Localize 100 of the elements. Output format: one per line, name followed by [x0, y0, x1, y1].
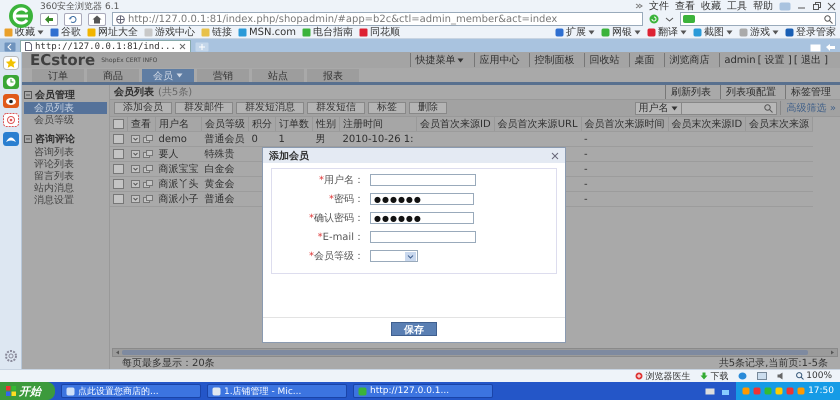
star-icon[interactable] [2, 56, 18, 70]
row-checkbox[interactable] [113, 164, 124, 174]
sidebar-item[interactable]: 站内消息 [24, 182, 107, 194]
dropdown-icon[interactable] [130, 180, 140, 188]
browser-tab[interactable]: http://127.0.0.1:81/ind... [20, 40, 191, 52]
toolbar-tool[interactable]: 登录管家 [785, 25, 836, 39]
bookmark[interactable]: 同花顺 [359, 25, 400, 39]
toolbar-button[interactable]: 标签 [368, 102, 406, 114]
toolbar-tool[interactable]: 游戏 [739, 25, 779, 39]
header-link[interactable]: 回收站 [584, 53, 624, 67]
clock-icon[interactable] [2, 75, 18, 89]
header-link[interactable]: [ 设置 ] [758, 53, 792, 67]
sidebar-toggle-icon[interactable] [4, 42, 16, 52]
bookmark[interactable]: MSN.com [238, 26, 296, 38]
bookmark[interactable]: 电台指南 [302, 25, 353, 39]
nav-tab[interactable]: 报表 [307, 69, 359, 82]
quick-menu[interactable]: 快捷菜单 [410, 53, 468, 67]
reload-icon[interactable] [649, 14, 659, 24]
nav-tab[interactable]: 营销 [197, 69, 249, 82]
keyboard-icon[interactable] [705, 388, 716, 394]
toolbar-tool[interactable]: 截图 [693, 25, 733, 39]
taskbar-button[interactable]: 点此设置您商店的... [61, 384, 201, 398]
new-tab-icon[interactable] [194, 42, 209, 52]
taskbar-button[interactable]: 1.店铺管理 - Mic... [207, 384, 347, 398]
menu-item[interactable]: 工具 [727, 0, 747, 13]
header-link[interactable]: 浏览商店 [664, 53, 714, 67]
toolbar-button[interactable]: 删除 [409, 102, 447, 114]
column-header[interactable]: 用户名 [159, 119, 189, 130]
sidebar-item[interactable]: 评论列表 [24, 158, 107, 170]
save-button[interactable]: 保存 [391, 322, 437, 336]
bookmark[interactable]: 收藏 [4, 25, 44, 39]
row-checkbox[interactable] [113, 149, 124, 159]
row-checkbox[interactable] [113, 134, 124, 144]
dropdown-icon[interactable] [665, 14, 674, 24]
status-item[interactable]: 下载 [700, 370, 728, 382]
status-item[interactable]: 浏览器医生 [635, 370, 690, 382]
start-button[interactable]: 开始 [0, 382, 55, 400]
menu-item[interactable]: 帮助 [753, 0, 773, 13]
dropdown-icon[interactable] [130, 150, 140, 158]
row-checkbox[interactable] [113, 179, 124, 189]
sidebar-item[interactable]: 会员等级 [24, 114, 107, 126]
menu-item[interactable]: 文件 [649, 0, 669, 13]
horizontal-scrollbar[interactable] [112, 348, 838, 357]
nav-tab[interactable]: 站点 [252, 69, 304, 82]
toolbar-button[interactable]: 添加会员 [114, 102, 172, 114]
search-icon[interactable] [764, 104, 773, 112]
field-select[interactable]: 用户名 [636, 102, 682, 114]
target-icon[interactable] [2, 113, 18, 127]
sidebar-item[interactable]: 留言列表 [24, 170, 107, 182]
column-header[interactable]: 注册时间 [343, 119, 383, 130]
toolbar-button[interactable]: 群发短信 [307, 102, 365, 114]
header-link[interactable]: 桌面 [629, 53, 658, 67]
address-field[interactable]: http://127.0.0.1:81/index.php/shopadmin/#app=b2c&ctl=admin_member&act=index [112, 12, 643, 26]
back-button[interactable] [40, 12, 58, 26]
zoom-control[interactable]: 100% [796, 371, 832, 381]
close-icon[interactable] [827, 2, 836, 10]
bookmark[interactable]: 谷歌 [50, 25, 81, 39]
menu-item[interactable]: 收藏 [701, 0, 721, 13]
dropdown-icon[interactable] [130, 165, 140, 173]
password-field[interactable]: ●●●●●● [370, 193, 474, 205]
close-icon[interactable] [551, 152, 559, 160]
nav-tab[interactable]: 商品 [87, 69, 139, 82]
taskbar-button[interactable]: http://127.0.0.1... [353, 384, 493, 398]
settings-icon[interactable] [4, 349, 18, 363]
row-checkbox[interactable] [113, 194, 124, 204]
bookmark[interactable]: 游戏中心 [144, 25, 195, 39]
header-link[interactable]: [ 退出 ] [794, 53, 828, 67]
close-icon[interactable] [178, 43, 186, 50]
toolbar-tool[interactable]: 网银 [601, 25, 641, 39]
dropdown-icon[interactable] [130, 195, 140, 203]
undo-icon[interactable] [825, 43, 836, 52]
header-link[interactable]: 控制面板 [529, 53, 578, 67]
select-field[interactable] [370, 250, 418, 262]
header-link[interactable]: 应用中心 [474, 53, 524, 67]
toolbar-tool[interactable]: 翻译 [647, 25, 687, 39]
window-icon[interactable] [757, 372, 768, 380]
sidebar-item[interactable]: 会员列表 [24, 102, 107, 114]
password-field[interactable]: ●●●●●● [370, 212, 474, 224]
search-icon[interactable] [824, 14, 833, 24]
screenshot-icon[interactable] [810, 43, 821, 52]
eye-icon[interactable] [2, 94, 18, 108]
toolbar-tool[interactable]: 扩展 [555, 25, 595, 39]
sidebar-item[interactable]: 消息设置 [24, 194, 107, 206]
skin-icon[interactable] [779, 2, 791, 10]
dropdown-icon[interactable] [130, 135, 140, 143]
sidebar-item[interactable]: 咨询列表 [24, 146, 107, 158]
search-field[interactable] [680, 12, 836, 26]
collapse-icon[interactable] [24, 91, 32, 99]
bookmark[interactable]: 链接 [201, 25, 232, 39]
nav-tab[interactable]: 会员 [142, 69, 194, 82]
collapse-icon[interactable] [24, 135, 32, 143]
text-field[interactable] [370, 231, 476, 243]
text-field[interactable] [370, 174, 476, 186]
menu-item[interactable]: 查看 [675, 0, 695, 13]
nav-tab[interactable]: 订单 [32, 69, 84, 82]
search-field[interactable]: 用户名 [634, 102, 777, 114]
restore-icon[interactable] [812, 2, 821, 10]
select-all-checkbox[interactable] [113, 119, 124, 129]
toolbar-button[interactable]: 群发短消息 [236, 102, 304, 114]
toolbar-button[interactable]: 群发邮件 [175, 102, 233, 114]
